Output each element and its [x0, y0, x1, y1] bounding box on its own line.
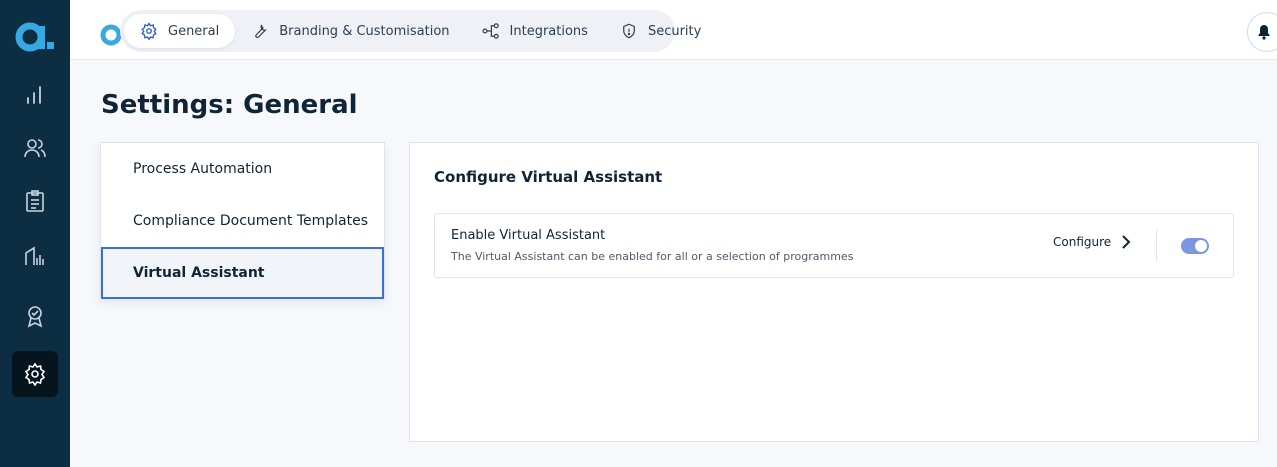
menu-item-compliance-templates[interactable]: Compliance Document Templates — [101, 195, 384, 247]
virtual-assistant-panel: Configure Virtual Assistant Enable Virtu… — [409, 142, 1259, 442]
page-title-strong: Settings: — [101, 90, 235, 120]
configure-label: Configure — [1053, 235, 1112, 249]
toggle-knob — [1195, 240, 1207, 252]
enable-toggle[interactable] — [1181, 238, 1209, 254]
tab-branding[interactable]: Branding & Customisation — [235, 14, 465, 48]
tab-label: Integrations — [509, 23, 588, 39]
tab-label: Security — [647, 23, 702, 39]
bar-chart-icon — [27, 86, 41, 104]
menu-item-label: Compliance Document Templates — [133, 213, 369, 229]
users-icon — [24, 139, 46, 158]
menu-item-virtual-assistant[interactable]: Virtual Assistant — [101, 247, 384, 299]
divider — [1156, 229, 1157, 261]
settings-tabs: General Branding & Customisation Integra… — [120, 10, 701, 52]
rail-settings[interactable] — [12, 351, 58, 397]
menu-item-label: Virtual Assistant — [133, 265, 265, 281]
wrench-icon — [255, 24, 268, 39]
integrations-icon — [482, 23, 499, 39]
tab-label: General — [168, 23, 220, 39]
clipboard-icon — [26, 190, 44, 212]
menu-item-process-automation[interactable]: Process Automation — [101, 143, 384, 195]
left-rail — [0, 0, 70, 467]
badge-icon — [27, 306, 43, 328]
card-description: The Virtual Assistant can be enabled for… — [451, 250, 854, 263]
rail-reports[interactable] — [12, 234, 58, 280]
menu-item-label: Process Automation — [133, 161, 273, 177]
rail-certificates[interactable] — [12, 293, 58, 339]
tab-integrations[interactable]: Integrations — [466, 14, 604, 48]
enable-virtual-assistant-card: Enable Virtual Assistant The Virtual Ass… — [434, 213, 1234, 278]
gear-icon — [141, 22, 157, 40]
tab-general[interactable]: General — [124, 14, 236, 48]
rail-analytics[interactable] — [12, 72, 58, 118]
gear-icon — [24, 362, 46, 386]
page-title-rest: General — [234, 90, 358, 120]
app-logo[interactable] — [14, 16, 54, 56]
shield-icon — [623, 23, 635, 39]
card-title: Enable Virtual Assistant — [451, 228, 606, 243]
tab-label: Branding & Customisation — [279, 23, 450, 39]
panel-title: Configure Virtual Assistant — [434, 168, 663, 186]
top-bar: General Branding & Customisation Integra… — [70, 0, 1277, 60]
rail-users[interactable] — [12, 125, 58, 171]
notifications-button[interactable] — [1247, 12, 1277, 52]
rail-tasks[interactable] — [12, 178, 58, 224]
chevron-right-icon — [1122, 235, 1131, 249]
settings-submenu: Process Automation Compliance Document T… — [100, 142, 385, 299]
report-icon — [25, 246, 44, 265]
configure-link[interactable]: Configure — [1053, 235, 1131, 249]
bell-icon — [1258, 25, 1270, 40]
tab-security[interactable]: Security — [604, 14, 717, 48]
page-title: Settings: General — [101, 90, 358, 120]
